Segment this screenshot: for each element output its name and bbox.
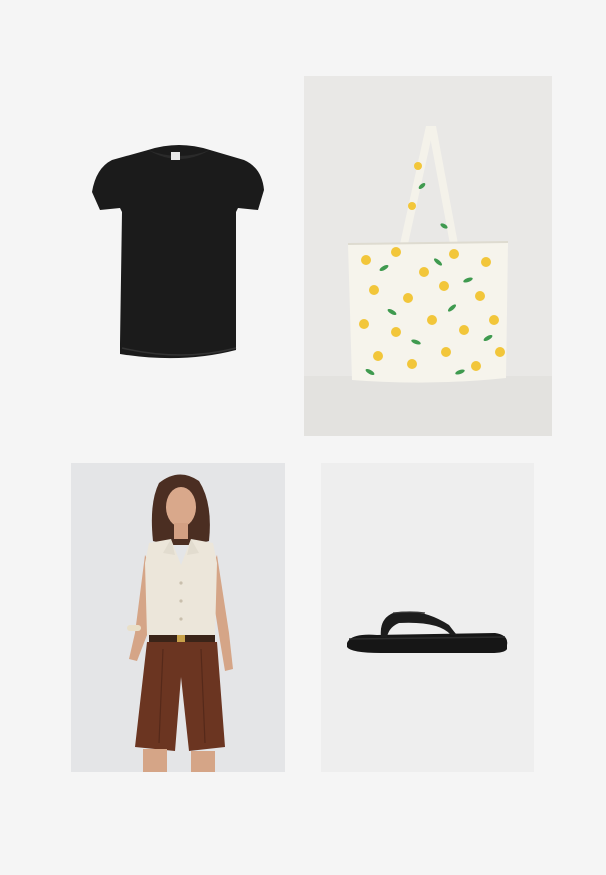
product-tile-model-outfit[interactable] (71, 463, 285, 772)
product-tile-sandal[interactable] (321, 463, 534, 772)
tshirt-image (92, 145, 264, 359)
model-photo (127, 474, 233, 772)
sandal-image (347, 611, 508, 653)
product-tile-tote-bag[interactable] (304, 76, 552, 436)
tote-bag-image (304, 126, 552, 436)
product-tile-tshirt[interactable] (72, 112, 286, 404)
